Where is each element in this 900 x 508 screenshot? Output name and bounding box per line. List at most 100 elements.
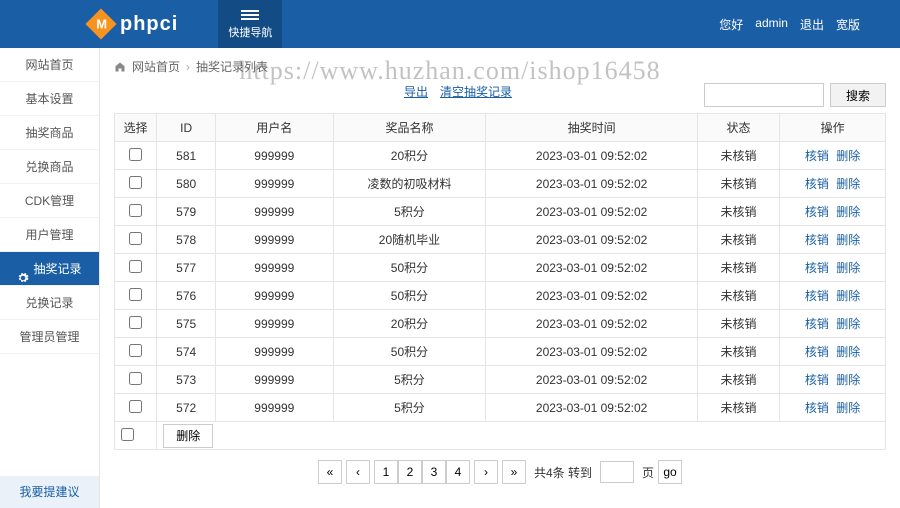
pager-last-button[interactable]: » (502, 460, 526, 484)
pager-go-button[interactable]: go (658, 460, 682, 484)
delete-link[interactable]: 删除 (836, 205, 860, 219)
cell-id: 572 (157, 394, 216, 422)
quick-nav-button[interactable]: 快捷导航 (218, 0, 282, 48)
row-checkbox[interactable] (129, 288, 142, 301)
row-checkbox[interactable] (129, 316, 142, 329)
delete-link[interactable]: 删除 (836, 149, 860, 163)
sidebar-item[interactable]: 兑换记录 (0, 286, 99, 320)
pager-unit: 页 (642, 464, 654, 481)
sidebar-item[interactable]: CDK管理 (0, 184, 99, 218)
cell-op: 核销 删除 (780, 366, 886, 394)
delete-link[interactable]: 删除 (836, 289, 860, 303)
layout-link[interactable]: 宽版 (836, 16, 860, 33)
username-link[interactable]: admin (755, 16, 788, 33)
cell-time: 2023-03-01 09:52:02 (486, 198, 698, 226)
table-row: 57599999920积分2023-03-01 09:52:02未核销核销 删除 (115, 310, 886, 338)
delete-link[interactable]: 删除 (836, 401, 860, 415)
row-checkbox[interactable] (129, 176, 142, 189)
row-checkbox[interactable] (129, 400, 142, 413)
sidebar-item-label: 管理员管理 (19, 330, 79, 344)
sidebar-item[interactable]: 管理员管理 (0, 320, 99, 354)
cell-user: 999999 (216, 338, 334, 366)
cell-time: 2023-03-01 09:52:02 (486, 254, 698, 282)
verify-link[interactable]: 核销 (805, 345, 829, 359)
cell-id: 581 (157, 142, 216, 170)
delete-link[interactable]: 删除 (836, 345, 860, 359)
logo[interactable]: phpci (0, 13, 178, 36)
row-checkbox[interactable] (129, 148, 142, 161)
search-input[interactable] (704, 83, 824, 107)
pager-next-button[interactable]: › (474, 460, 498, 484)
cell-op: 核销 删除 (780, 394, 886, 422)
row-checkbox[interactable] (129, 344, 142, 357)
cell-status: 未核销 (697, 366, 779, 394)
cell-id: 573 (157, 366, 216, 394)
row-checkbox[interactable] (129, 260, 142, 273)
cell-user: 999999 (216, 226, 334, 254)
pager-prev-button[interactable]: ‹ (346, 460, 370, 484)
cell-op: 核销 删除 (780, 310, 886, 338)
pager-page-button[interactable]: 3 (422, 460, 446, 484)
cell-prize: 50积分 (333, 282, 486, 310)
row-checkbox[interactable] (129, 204, 142, 217)
pager-page-input[interactable] (600, 461, 634, 483)
cell-id: 574 (157, 338, 216, 366)
logout-link[interactable]: 退出 (800, 16, 824, 33)
cell-op: 核销 删除 (780, 142, 886, 170)
topbar: phpci 快捷导航 您好 admin 退出 宽版 (0, 0, 900, 48)
row-checkbox[interactable] (129, 372, 142, 385)
sidebar-item[interactable]: 抽奖记录 (0, 252, 99, 286)
cell-id: 580 (157, 170, 216, 198)
delete-link[interactable]: 删除 (836, 261, 860, 275)
verify-link[interactable]: 核销 (805, 373, 829, 387)
row-checkbox[interactable] (129, 232, 142, 245)
batch-select-checkbox[interactable] (121, 428, 134, 441)
th-user: 用户名 (216, 114, 334, 142)
export-link[interactable]: 导出 (404, 83, 428, 107)
verify-link[interactable]: 核销 (805, 177, 829, 191)
delete-link[interactable]: 删除 (836, 373, 860, 387)
table-row: 580999999凌数的初吸材料2023-03-01 09:52:02未核销核销… (115, 170, 886, 198)
cell-status: 未核销 (697, 254, 779, 282)
cell-status: 未核销 (697, 394, 779, 422)
th-select: 选择 (115, 114, 157, 142)
cell-time: 2023-03-01 09:52:02 (486, 226, 698, 254)
delete-link[interactable]: 删除 (836, 317, 860, 331)
verify-link[interactable]: 核销 (805, 233, 829, 247)
cell-id: 577 (157, 254, 216, 282)
delete-link[interactable]: 删除 (836, 177, 860, 191)
search-button[interactable]: 搜索 (830, 83, 886, 107)
verify-link[interactable]: 核销 (805, 289, 829, 303)
delete-link[interactable]: 删除 (836, 233, 860, 247)
verify-link[interactable]: 核销 (805, 261, 829, 275)
sidebar-item[interactable]: 抽奖商品 (0, 116, 99, 150)
table-row: 57899999920随机毕业2023-03-01 09:52:02未核销核销 … (115, 226, 886, 254)
verify-link[interactable]: 核销 (805, 401, 829, 415)
cell-user: 999999 (216, 198, 334, 226)
cell-status: 未核销 (697, 338, 779, 366)
greeting-text: 您好 (719, 16, 743, 33)
sidebar-item[interactable]: 兑换商品 (0, 150, 99, 184)
sidebar: 网站首页基本设置抽奖商品兑换商品CDK管理用户管理抽奖记录兑换记录管理员管理 我… (0, 48, 100, 508)
pager-page-button[interactable]: 4 (446, 460, 470, 484)
sidebar-item[interactable]: 用户管理 (0, 218, 99, 252)
sidebar-item-label: 基本设置 (25, 92, 73, 106)
cell-user: 999999 (216, 394, 334, 422)
home-icon (114, 61, 126, 73)
table-row: 5739999995积分2023-03-01 09:52:02未核销核销 删除 (115, 366, 886, 394)
batch-delete-button[interactable]: 删除 (163, 424, 213, 448)
pager-page-button[interactable]: 1 (374, 460, 398, 484)
verify-link[interactable]: 核销 (805, 205, 829, 219)
batch-actions-cell: 删除 (157, 422, 886, 450)
clear-records-link[interactable]: 清空抽奖记录 (440, 83, 512, 107)
verify-link[interactable]: 核销 (805, 149, 829, 163)
sidebar-item[interactable]: 网站首页 (0, 48, 99, 82)
crumb-root[interactable]: 网站首页 (132, 58, 180, 75)
pager-page-button[interactable]: 2 (398, 460, 422, 484)
pager-first-button[interactable]: « (318, 460, 342, 484)
sidebar-item[interactable]: 基本设置 (0, 82, 99, 116)
verify-link[interactable]: 核销 (805, 317, 829, 331)
menu-icon (241, 8, 259, 22)
pager: « ‹ 1234 › » 共4条 转到 页 go (114, 460, 886, 484)
feedback-link[interactable]: 我要提建议 (0, 476, 99, 508)
